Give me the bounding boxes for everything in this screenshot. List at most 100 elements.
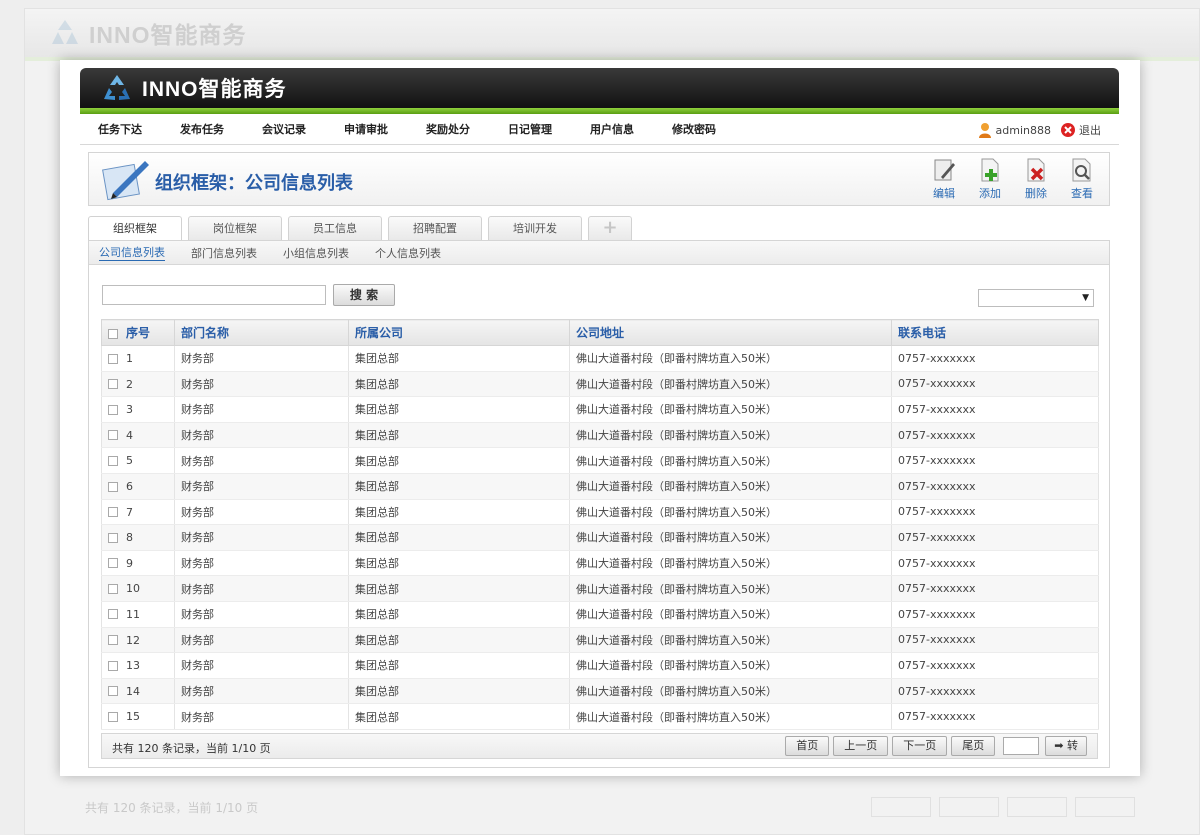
row-checkbox[interactable] [108, 609, 118, 620]
table-row[interactable]: 9 财务部 集团总部 佛山大道番村段（即番村牌坊直入50米） 0757-xxxxxxx [101, 550, 1099, 577]
cell-index: 9 [101, 550, 175, 577]
first-page-button[interactable]: 首页 [785, 736, 830, 756]
add-button[interactable]: 添加 [967, 157, 1013, 201]
next-page-button[interactable]: 下一页 [892, 736, 948, 756]
edit-button[interactable]: 编辑 [921, 157, 967, 201]
row-checkbox[interactable] [108, 558, 118, 569]
logout-link[interactable]: 退出 [1079, 122, 1101, 138]
cell-address: 佛山大道番村段（即番村牌坊直入50米） [569, 371, 892, 398]
search-input[interactable] [102, 285, 326, 305]
add-tab-button[interactable]: + [588, 216, 632, 240]
cell-index: 2 [101, 371, 175, 398]
go-button[interactable]: ➡ 转 [1045, 736, 1087, 756]
nav-item-diary[interactable]: 日记管理 [489, 115, 571, 145]
filter-select[interactable]: ▼ [978, 289, 1094, 307]
view-button[interactable]: 查看 [1059, 157, 1105, 201]
header-index: 序号 [101, 319, 175, 346]
nav-item-user-info[interactable]: 用户信息 [571, 115, 653, 145]
row-checkbox[interactable] [108, 455, 118, 466]
edit-label: 编辑 [933, 187, 955, 200]
nav-item-publish-task[interactable]: 发布任务 [161, 115, 243, 145]
cell-department: 财务部 [174, 371, 349, 398]
subtab-personal-list[interactable]: 个人信息列表 [375, 245, 441, 261]
nav-item-task-assign[interactable]: 任务下达 [80, 115, 161, 145]
table-row[interactable]: 8 财务部 集团总部 佛山大道番村段（即番村牌坊直入50米） 0757-xxxxxxx [101, 524, 1099, 551]
row-checkbox[interactable] [108, 583, 118, 594]
cell-index: 11 [101, 601, 175, 628]
cell-index: 6 [101, 473, 175, 500]
last-page-button[interactable]: 尾页 [951, 736, 996, 756]
row-checkbox[interactable] [108, 481, 118, 492]
table-row[interactable]: 11 财务部 集团总部 佛山大道番村段（即番村牌坊直入50米） 0757-xxxxxxx [101, 601, 1099, 628]
select-all-checkbox[interactable] [108, 328, 118, 339]
background-pager [871, 797, 1135, 817]
row-checkbox[interactable] [108, 635, 118, 646]
cell-index: 10 [101, 575, 175, 602]
row-checkbox[interactable] [108, 686, 118, 697]
row-checkbox[interactable] [108, 507, 118, 518]
cell-phone: 0757-xxxxxxx [891, 678, 1099, 705]
cell-department: 财务部 [174, 524, 349, 551]
tab-position-structure[interactable]: 岗位框架 [188, 216, 282, 240]
table-row[interactable]: 3 财务部 集团总部 佛山大道番村段（即番村牌坊直入50米） 0757-xxxxxxx [101, 396, 1099, 423]
username[interactable]: admin888 [996, 124, 1051, 137]
cell-address: 佛山大道番村段（即番村牌坊直入50米） [569, 703, 892, 730]
table-row[interactable]: 2 财务部 集团总部 佛山大道番村段（即番村牌坊直入50米） 0757-xxxxxxx [101, 371, 1099, 398]
plus-icon: + [602, 217, 618, 238]
nav-item-rewards[interactable]: 奖励处分 [407, 115, 489, 145]
table-row[interactable]: 13 财务部 集团总部 佛山大道番村段（即番村牌坊直入50米） 0757-xxxxxxx [101, 652, 1099, 679]
prev-page-button[interactable]: 上一页 [833, 736, 889, 756]
tab-employee-info[interactable]: 员工信息 [288, 216, 382, 240]
nav-item-change-password[interactable]: 修改密码 [653, 115, 735, 145]
subtab-company-list[interactable]: 公司信息列表 [99, 244, 165, 261]
cell-company: 集团总部 [348, 601, 570, 628]
row-checkbox[interactable] [108, 660, 118, 671]
cell-phone: 0757-xxxxxxx [891, 371, 1099, 398]
cell-department: 财务部 [174, 627, 349, 654]
table-row[interactable]: 6 财务部 集团总部 佛山大道番村段（即番村牌坊直入50米） 0757-xxxxxxx [101, 473, 1099, 500]
table-row[interactable]: 7 财务部 集团总部 佛山大道番村段（即番村牌坊直入50米） 0757-xxxxxxx [101, 499, 1099, 526]
page-number-input[interactable] [1003, 737, 1040, 755]
subtab-department-list[interactable]: 部门信息列表 [191, 245, 257, 261]
search-button[interactable]: 搜 索 [333, 284, 395, 306]
header-department: 部门名称 [174, 319, 349, 346]
chevron-down-icon: ▼ [1082, 293, 1089, 303]
table-footer: 共有 120 条记录，当前 1/10 页 首页 上一页 下一页 尾页 ➡ 转 [101, 733, 1098, 759]
nav-item-meeting-records[interactable]: 会议记录 [243, 115, 325, 145]
cell-phone: 0757-xxxxxxx [891, 422, 1099, 449]
tab-org-structure[interactable]: 组织框架 [88, 216, 182, 241]
row-checkbox[interactable] [108, 711, 118, 722]
recycle-logo-icon [104, 75, 130, 100]
table-row[interactable]: 4 财务部 集团总部 佛山大道番村段（即番村牌坊直入50米） 0757-xxxxxxx [101, 422, 1099, 449]
tab-recruitment[interactable]: 招聘配置 [388, 216, 482, 240]
cell-department: 财务部 [174, 499, 349, 526]
table-row[interactable]: 15 财务部 集团总部 佛山大道番村段（即番村牌坊直入50米） 0757-xxxxxxx [101, 703, 1099, 730]
cell-phone: 0757-xxxxxxx [891, 447, 1099, 474]
cell-phone: 0757-xxxxxxx [891, 550, 1099, 577]
table-row[interactable]: 10 财务部 集团总部 佛山大道番村段（即番村牌坊直入50米） 0757-xxxxxxx [101, 575, 1099, 602]
cell-phone: 0757-xxxxxxx [891, 652, 1099, 679]
logout-icon[interactable] [1061, 123, 1075, 137]
cell-address: 佛山大道番村段（即番村牌坊直入50米） [569, 524, 892, 551]
row-checkbox[interactable] [108, 353, 118, 364]
cell-address: 佛山大道番村段（即番村牌坊直入50米） [569, 652, 892, 679]
recycle-logo-icon [52, 20, 78, 44]
page-title-bar: 组织框架：公司信息列表 编辑 添加 删除 查看 [88, 152, 1110, 206]
row-checkbox[interactable] [108, 430, 118, 441]
table-row[interactable]: 14 财务部 集团总部 佛山大道番村段（即番村牌坊直入50米） 0757-xxxxxxx [101, 678, 1099, 705]
cell-address: 佛山大道番村段（即番村牌坊直入50米） [569, 473, 892, 500]
cell-company: 集团总部 [348, 371, 570, 398]
subtab-group-list[interactable]: 小组信息列表 [283, 245, 349, 261]
cell-company: 集团总部 [348, 396, 570, 423]
tab-training[interactable]: 培训开发 [488, 216, 582, 240]
background-footer-info: 共有 120 条记录，当前 1/10 页 [85, 801, 259, 815]
row-checkbox[interactable] [108, 404, 118, 415]
row-checkbox[interactable] [108, 379, 118, 390]
nav-item-approval[interactable]: 申请审批 [325, 115, 407, 145]
delete-button[interactable]: 删除 [1013, 157, 1059, 201]
table-row[interactable]: 1 财务部 集团总部 佛山大道番村段（即番村牌坊直入50米） 0757-xxxxxxx [101, 345, 1099, 372]
row-checkbox[interactable] [108, 532, 118, 543]
add-label: 添加 [979, 187, 1001, 200]
table-row[interactable]: 5 财务部 集团总部 佛山大道番村段（即番村牌坊直入50米） 0757-xxxxxxx [101, 447, 1099, 474]
table-row[interactable]: 12 财务部 集团总部 佛山大道番村段（即番村牌坊直入50米） 0757-xxxxxxx [101, 627, 1099, 654]
